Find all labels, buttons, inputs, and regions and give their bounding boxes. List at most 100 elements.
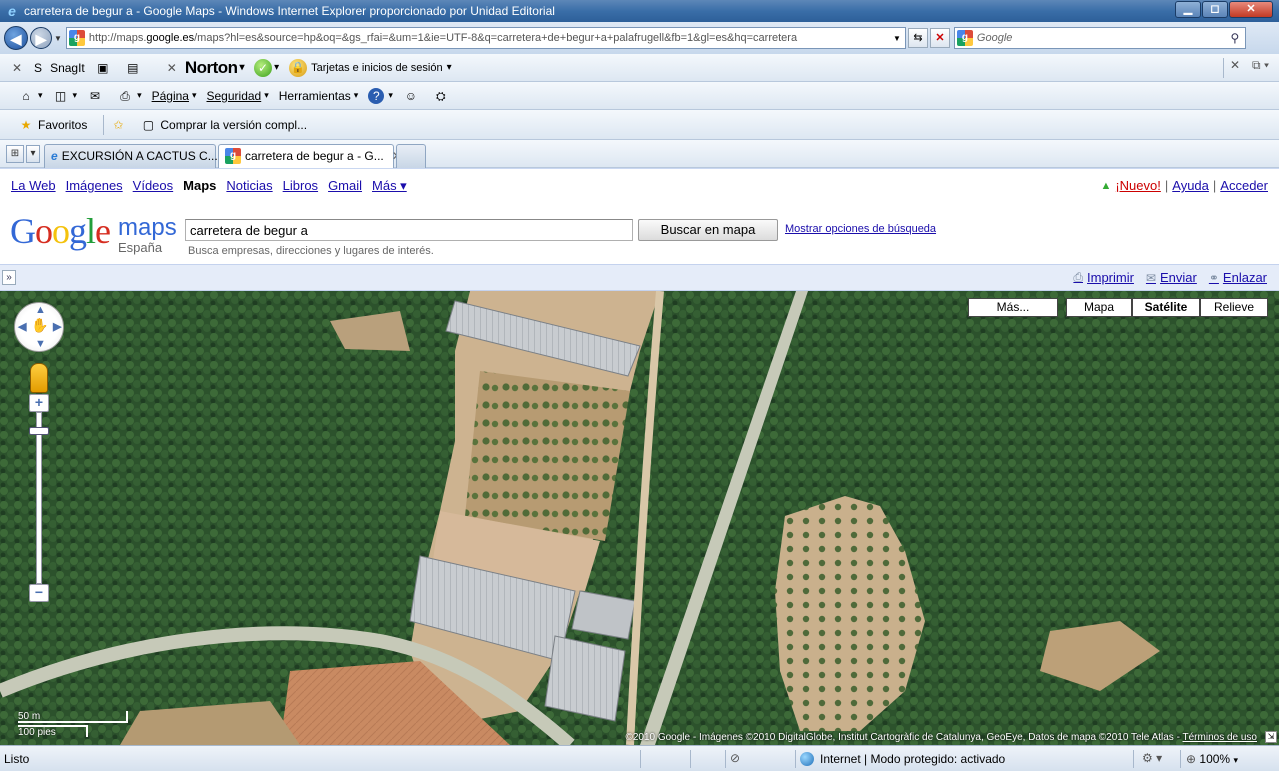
pan-down-icon[interactable]: ▼ bbox=[35, 338, 46, 350]
chain-link-icon: ⚭ bbox=[1208, 270, 1219, 285]
snagit-button[interactable]: S SnagIt bbox=[30, 60, 85, 76]
command-bar: ⌂ ▾ ◫ ▾ ✉ ⎙ ▾ Página ▾ Seguridad ▾ Herramient… bbox=[0, 82, 1279, 110]
url-dropdown[interactable]: ▼ bbox=[893, 34, 901, 43]
tab-excursion[interactable]: e EXCURSIÓN A CACTUS C... bbox=[44, 143, 218, 168]
tab-google-maps[interactable]: g carretera de begur a - G... ✕ bbox=[218, 143, 402, 168]
close-right-icon[interactable]: ✕ bbox=[1230, 58, 1240, 78]
search-options-link[interactable]: Mostrar opciones de búsqueda bbox=[785, 223, 936, 235]
search-box[interactable]: g Google ⚲ bbox=[953, 27, 1246, 49]
minimize-button[interactable]: ▁ bbox=[1175, 1, 1201, 18]
close-button[interactable]: ✕ bbox=[1229, 1, 1273, 18]
star-icon: ★ bbox=[20, 117, 32, 132]
status-bar: Listo ⊘ Internet | Modo protegido: activ… bbox=[0, 745, 1279, 771]
link-more[interactable]: Más ▾ bbox=[372, 178, 407, 194]
quick-tabs-icon[interactable]: ⊞ bbox=[6, 144, 24, 163]
terrain-view-button[interactable]: Relieve bbox=[1200, 298, 1268, 317]
recent-pages-dropdown[interactable]: ▼ bbox=[54, 34, 62, 43]
security-menu[interactable]: Seguridad ▾ bbox=[207, 89, 269, 103]
research-icon: ⛭ bbox=[436, 88, 446, 103]
link-maps-current: Maps bbox=[183, 178, 217, 193]
maximize-button[interactable]: ◻ bbox=[1202, 1, 1228, 18]
satellite-map[interactable]: ▲ ▼ ◀ ▶ ✋ + − Más... Mapa Satélite Relie… bbox=[0, 291, 1279, 745]
url-field[interactable]: g http://maps.google.es/maps?hl=es&sourc… bbox=[65, 27, 906, 49]
tools-menu[interactable]: Herramientas ▾ bbox=[279, 89, 359, 103]
snagit-edit-icon[interactable]: ▤ bbox=[125, 60, 145, 76]
add-favorite-button[interactable]: ✩ bbox=[110, 117, 130, 133]
signin-link[interactable]: Acceder bbox=[1220, 178, 1268, 193]
close-norton-icon[interactable]: ✕ bbox=[167, 61, 177, 75]
zoom-track[interactable] bbox=[36, 412, 42, 584]
refresh-button[interactable]: ⇆ bbox=[907, 28, 928, 48]
link-link[interactable]: ⚭ Enlazar bbox=[1209, 270, 1267, 285]
new-tab-button[interactable] bbox=[396, 143, 426, 168]
help-link[interactable]: Ayuda bbox=[1172, 178, 1209, 193]
panel-toggle-button[interactable]: » bbox=[2, 270, 16, 285]
map-resize-icon[interactable]: ⇲ bbox=[1265, 731, 1277, 743]
mail-button[interactable]: ✉ bbox=[87, 88, 107, 104]
zoom-out-button[interactable]: − bbox=[29, 584, 49, 602]
link-web[interactable]: La Web bbox=[11, 178, 56, 194]
terms-link[interactable]: Términos de uso bbox=[1183, 732, 1257, 743]
globe-icon bbox=[800, 752, 814, 766]
feeds-button[interactable]: ◫ ▾ bbox=[53, 88, 77, 104]
search-icon[interactable]: ⚲ bbox=[1225, 31, 1245, 45]
printer-icon: ⎙ bbox=[1073, 270, 1083, 284]
zoom-level[interactable]: ⊕ 100% ▾ bbox=[1186, 752, 1238, 766]
address-bar: ◀ ▶ ▼ g http://maps.google.es/maps?hl=es… bbox=[0, 22, 1279, 54]
pan-control[interactable]: ▲ ▼ ◀ ▶ ✋ bbox=[14, 302, 64, 352]
pan-right-icon[interactable]: ▶ bbox=[53, 320, 61, 333]
google-bar: La Web Imágenes Vídeos Maps Noticias Lib… bbox=[0, 168, 1279, 202]
messenger-button[interactable]: ☺ bbox=[403, 88, 423, 104]
back-button[interactable]: ◀ bbox=[4, 26, 28, 50]
home-button[interactable]: ⌂ ▾ bbox=[18, 88, 42, 104]
favorites-button[interactable]: ★ Favoritos bbox=[18, 117, 88, 133]
google-search-icon: g bbox=[956, 30, 973, 46]
maps-logo-text: maps bbox=[118, 214, 177, 241]
stop-button[interactable]: ✕ bbox=[929, 28, 950, 48]
lock-icon: 🔒 bbox=[289, 58, 308, 77]
send-link[interactable]: ✉ Enviar bbox=[1146, 270, 1197, 285]
page-menu[interactable]: Página ▾ bbox=[152, 89, 197, 103]
norton-safe-button[interactable]: ✓ ▾ bbox=[254, 58, 279, 77]
tab-list-dropdown[interactable]: ▾ bbox=[26, 144, 40, 163]
norton-menu[interactable]: Norton ▾ bbox=[185, 58, 245, 78]
new-link[interactable]: ¡Nuevo! bbox=[1115, 178, 1161, 193]
mail-icon: ✉ bbox=[1145, 270, 1156, 285]
street-view-pegman-icon[interactable] bbox=[30, 363, 48, 393]
map-copyright: ©2010 Google - Imágenes ©2010 DigitalGlo… bbox=[625, 732, 1257, 743]
home-icon: ⌂ bbox=[22, 88, 30, 103]
link-images[interactable]: Imágenes bbox=[66, 178, 123, 194]
print-link[interactable]: ⎙ Imprimir bbox=[1073, 270, 1134, 285]
help-button[interactable]: ? ▾ bbox=[368, 87, 393, 104]
labs-flask-icon: ▲ bbox=[1100, 179, 1112, 192]
link-gmail[interactable]: Gmail bbox=[328, 178, 362, 194]
tabs-bar: ⊞ ▾ e EXCURSIÓN A CACTUS C... g carreter… bbox=[0, 140, 1279, 168]
title-bar: e carretera de begur a - Google Maps - W… bbox=[0, 0, 1279, 22]
zoom-in-button[interactable]: + bbox=[29, 394, 49, 412]
cards-logins-menu[interactable]: 🔒 Tarjetas e inicios de sesión ▾ bbox=[289, 58, 452, 77]
search-input[interactable]: carretera de begur a bbox=[185, 219, 633, 241]
snagit-capture-icon[interactable]: ▣ bbox=[95, 60, 115, 76]
zoom-slider-handle[interactable] bbox=[29, 427, 49, 435]
forward-button[interactable]: ▶ bbox=[30, 27, 52, 49]
link-news[interactable]: Noticias bbox=[226, 178, 272, 194]
pan-left-icon[interactable]: ◀ bbox=[18, 320, 26, 333]
translate-icon[interactable]: ⧉ ▾ bbox=[1252, 58, 1269, 78]
map-view-button[interactable]: Mapa bbox=[1066, 298, 1132, 317]
link-books[interactable]: Libros bbox=[283, 178, 318, 194]
more-layers-button[interactable]: Más... bbox=[968, 298, 1058, 317]
satellite-imagery bbox=[0, 291, 1279, 745]
buy-link[interactable]: ▢ Comprar la versión compl... bbox=[140, 117, 307, 133]
google-logo[interactable]: Google bbox=[10, 210, 111, 252]
satellite-view-button[interactable]: Satélite bbox=[1132, 298, 1200, 317]
pan-up-icon[interactable]: ▲ bbox=[35, 304, 46, 316]
search-map-button[interactable]: Buscar en mapa bbox=[638, 219, 778, 241]
research-button[interactable]: ⛭ bbox=[433, 88, 453, 104]
print-button[interactable]: ⎙ ▾ bbox=[117, 88, 141, 104]
close-toolbar-icon[interactable]: ✕ bbox=[12, 61, 22, 75]
privacy-icon[interactable]: ⊘ bbox=[730, 751, 740, 765]
map-action-bar: » ⎙ Imprimir ✉ Enviar ⚭ Enlazar bbox=[0, 264, 1279, 291]
link-videos[interactable]: Vídeos bbox=[133, 178, 173, 194]
security-zone[interactable]: Internet | Modo protegido: activado bbox=[800, 752, 1005, 766]
security-settings-icon[interactable]: ⚙ ▾ bbox=[1142, 751, 1162, 765]
